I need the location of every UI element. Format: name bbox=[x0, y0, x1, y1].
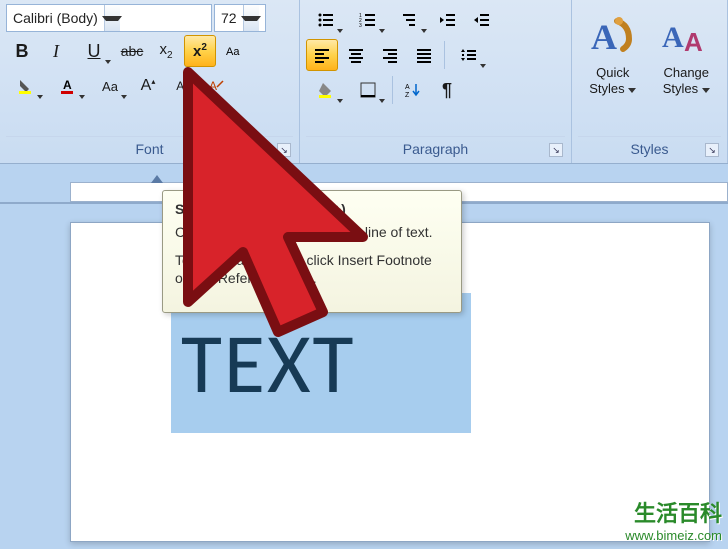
grow-font-button[interactable]: A▴ bbox=[132, 70, 164, 102]
document-text: TEXT bbox=[171, 312, 355, 415]
text-effects-button[interactable]: Aa bbox=[90, 70, 130, 102]
increase-indent-button[interactable] bbox=[466, 4, 498, 36]
align-center-icon bbox=[347, 46, 365, 64]
separator bbox=[392, 76, 393, 104]
justify-button[interactable] bbox=[408, 39, 440, 71]
font-size-combo[interactable]: 72 bbox=[214, 4, 266, 32]
line-spacing-button[interactable] bbox=[449, 39, 489, 71]
borders-icon bbox=[359, 81, 377, 99]
multilevel-icon bbox=[401, 11, 419, 29]
svg-text:Aa: Aa bbox=[226, 46, 240, 58]
chevron-down-icon bbox=[241, 16, 261, 21]
font-size-dropdown-button[interactable] bbox=[243, 5, 259, 31]
bullets-icon bbox=[317, 11, 335, 29]
svg-text:A: A bbox=[405, 84, 410, 91]
bullets-button[interactable] bbox=[306, 4, 346, 36]
show-marks-button[interactable]: ¶ bbox=[431, 74, 463, 106]
chevron-down-icon bbox=[628, 88, 636, 93]
multilevel-button[interactable] bbox=[390, 4, 430, 36]
clear-format-button[interactable]: A bbox=[200, 70, 232, 102]
styles-group-label: Styles ↘ bbox=[578, 136, 721, 163]
chevron-down-icon bbox=[79, 95, 85, 99]
shading-icon bbox=[317, 81, 335, 99]
chevron-down-icon bbox=[105, 60, 111, 64]
chevron-down-icon bbox=[121, 95, 127, 99]
chevron-down-icon bbox=[480, 64, 486, 68]
increase-indent-icon bbox=[473, 11, 491, 29]
tooltip-line1: Create small letters above the line of t… bbox=[175, 223, 449, 241]
superscript-tooltip: Superscript (Ctrl+Shift++) Create small … bbox=[162, 190, 462, 313]
decrease-indent-button[interactable] bbox=[432, 4, 464, 36]
subscript-button[interactable]: x2 bbox=[150, 35, 182, 67]
styles-dialog-launcher[interactable]: ↘ bbox=[705, 143, 719, 157]
paragraph-group-label: Paragraph ↘ bbox=[306, 136, 565, 163]
borders-button[interactable] bbox=[348, 74, 388, 106]
font-color-button[interactable]: A bbox=[48, 70, 88, 102]
change-styles-button[interactable]: A A Change Styles bbox=[652, 4, 722, 114]
change-case-button[interactable]: Aa bbox=[218, 35, 250, 67]
font-name-dropdown-button[interactable] bbox=[104, 5, 120, 31]
font-dialog-launcher[interactable]: ↘ bbox=[277, 143, 291, 157]
styles-group: A Quick Styles A A Change Styles St bbox=[572, 0, 728, 163]
svg-text:3: 3 bbox=[359, 23, 362, 29]
chevron-down-icon bbox=[337, 29, 343, 33]
watermark: 生活百科 www.bimeiz.com bbox=[625, 496, 722, 543]
ribbon: Calibri (Body) 72 B I U abc x2 x2 Aa bbox=[0, 0, 728, 164]
font-group: Calibri (Body) 72 B I U abc x2 x2 Aa bbox=[0, 0, 300, 163]
italic-button[interactable]: I bbox=[40, 35, 72, 67]
justify-icon bbox=[415, 46, 433, 64]
chevron-down-icon bbox=[702, 88, 710, 93]
paragraph-group: 123 AZ ¶ Paragraph bbox=[300, 0, 572, 163]
watermark-brand: 生活百科 bbox=[625, 496, 722, 528]
chevron-down-icon bbox=[102, 16, 122, 21]
numbering-icon: 123 bbox=[359, 11, 377, 29]
align-center-button[interactable] bbox=[340, 39, 372, 71]
shading-button[interactable] bbox=[306, 74, 346, 106]
bold-button[interactable]: B bbox=[6, 35, 38, 67]
underline-button[interactable]: U bbox=[74, 35, 114, 67]
highlight-icon bbox=[17, 77, 35, 95]
line-spacing-icon bbox=[460, 46, 478, 64]
svg-text:A: A bbox=[684, 27, 703, 57]
svg-text:A: A bbox=[63, 78, 72, 92]
tooltip-line2: To create a footnote, click Insert Footn… bbox=[175, 251, 449, 287]
svg-text:Z: Z bbox=[405, 92, 410, 99]
font-name-combo[interactable]: Calibri (Body) bbox=[6, 4, 212, 32]
align-right-icon bbox=[381, 46, 399, 64]
font-name-value: Calibri (Body) bbox=[7, 10, 104, 26]
quick-styles-icon: A bbox=[589, 13, 637, 61]
change-styles-icon: A A bbox=[662, 13, 710, 61]
svg-text:A: A bbox=[591, 17, 617, 57]
chevron-down-icon bbox=[379, 99, 385, 103]
align-left-button[interactable] bbox=[306, 39, 338, 71]
align-left-icon bbox=[313, 46, 331, 64]
superscript-button[interactable]: x2 bbox=[184, 35, 216, 67]
sort-button[interactable]: AZ bbox=[397, 74, 429, 106]
change-case-icon: Aa bbox=[225, 42, 243, 60]
chevron-down-icon bbox=[379, 29, 385, 33]
paragraph-dialog-launcher[interactable]: ↘ bbox=[549, 143, 563, 157]
chevron-down-icon bbox=[37, 95, 43, 99]
watermark-url: www.bimeiz.com bbox=[625, 528, 722, 543]
font-size-value: 72 bbox=[215, 10, 243, 26]
shrink-font-button[interactable]: A▾ bbox=[166, 70, 198, 102]
clear-format-icon: A bbox=[207, 77, 225, 95]
pilcrow-icon: ¶ bbox=[442, 80, 452, 101]
svg-text:A: A bbox=[662, 21, 684, 54]
font-color-icon: A bbox=[59, 77, 77, 95]
quick-styles-button[interactable]: A Quick Styles bbox=[578, 4, 648, 114]
sort-icon: AZ bbox=[404, 81, 422, 99]
text-box[interactable]: TEXT bbox=[171, 293, 471, 433]
separator bbox=[444, 41, 445, 69]
chevron-down-icon bbox=[421, 29, 427, 33]
font-group-label: Font ↘ bbox=[6, 136, 293, 163]
highlight-button[interactable] bbox=[6, 70, 46, 102]
svg-text:A: A bbox=[209, 79, 217, 93]
strikethrough-button[interactable]: abc bbox=[116, 35, 148, 67]
align-right-button[interactable] bbox=[374, 39, 406, 71]
tooltip-title: Superscript (Ctrl+Shift++) bbox=[175, 201, 449, 217]
chevron-down-icon bbox=[337, 99, 343, 103]
decrease-indent-icon bbox=[439, 11, 457, 29]
numbering-button[interactable]: 123 bbox=[348, 4, 388, 36]
